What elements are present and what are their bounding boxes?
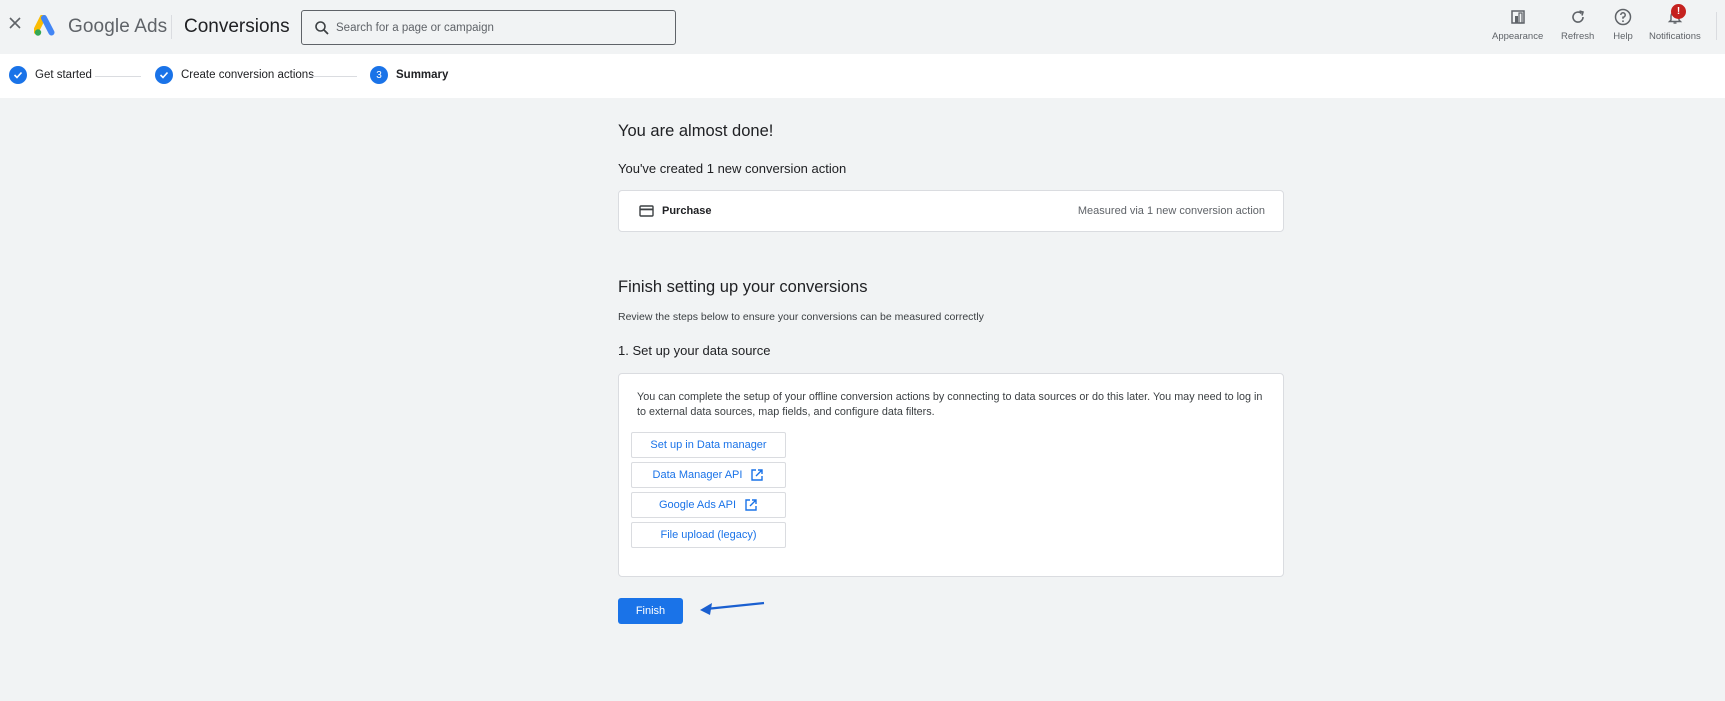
appearance-label: Appearance <box>1492 31 1544 42</box>
external-link-icon <box>751 469 764 481</box>
notification-badge: ! <box>1671 4 1686 19</box>
step1-title: 1. Set up your data source <box>618 343 771 358</box>
setup-subheading: Review the steps below to ensure your co… <box>618 311 984 323</box>
appearance-button[interactable]: Appearance <box>1492 7 1543 42</box>
button-label: Google Ads API <box>658 499 737 511</box>
conversion-action-card[interactable]: Purchase Measured via 1 new conversion a… <box>618 190 1284 232</box>
refresh-button[interactable]: Refresh <box>1561 7 1594 42</box>
summary-heading: You are almost done! <box>618 122 774 140</box>
notifications-button[interactable]: ! Notifications <box>1649 4 1701 42</box>
progress-stepper: Get started Create conversion actions 3 … <box>0 54 1725 98</box>
finish-button[interactable]: Finish <box>618 598 683 624</box>
search-icon <box>315 21 329 35</box>
refresh-icon <box>1568 7 1588 27</box>
page-title: Conversions <box>184 16 290 37</box>
step-label: Create conversion actions <box>181 69 314 81</box>
step-number: 3 <box>376 69 382 81</box>
arrow-annotation-icon <box>700 601 765 615</box>
header-right-divider <box>1716 12 1717 40</box>
search-input[interactable] <box>336 11 666 44</box>
button-label: Data Manager API <box>652 469 743 481</box>
google-ads-api-button[interactable]: Google Ads API <box>631 492 786 518</box>
step-number-badge: 3 <box>370 66 388 84</box>
setup-heading: Finish setting up your conversions <box>618 278 868 296</box>
google-ads-logo <box>34 15 55 36</box>
refresh-label: Refresh <box>1561 31 1595 42</box>
notifications-label: Notifications <box>1649 31 1701 42</box>
step-connector <box>309 76 357 77</box>
check-icon <box>155 66 173 84</box>
check-icon <box>9 66 27 84</box>
step-label: Get started <box>35 69 92 81</box>
data-source-description: You can complete the setup of your offli… <box>637 391 1263 418</box>
button-label: Set up in Data manager <box>650 439 767 451</box>
help-label: Help <box>1613 31 1633 42</box>
help-button[interactable]: Help <box>1613 7 1633 42</box>
search-box[interactable] <box>301 10 676 45</box>
credit-card-icon <box>639 205 654 217</box>
header-divider <box>171 15 172 39</box>
file-upload-button[interactable]: File upload (legacy) <box>631 522 786 548</box>
close-icon[interactable] <box>6 14 24 32</box>
external-link-icon <box>745 499 757 511</box>
conversion-measured: Measured via 1 new conversion action <box>1077 205 1265 217</box>
step-connector <box>95 76 141 77</box>
brand-name: Google Ads <box>68 16 168 37</box>
step-get-started[interactable]: Get started <box>9 66 92 84</box>
data-source-card: You can complete the setup of your offli… <box>618 373 1284 577</box>
top-app-bar: Google Ads Conversions Appearance Refres… <box>0 0 1725 54</box>
appearance-icon <box>1508 7 1528 27</box>
data-manager-button[interactable]: Set up in Data manager <box>631 432 786 458</box>
help-icon <box>1613 7 1633 27</box>
created-text: You've created 1 new conversion action <box>618 161 847 176</box>
conversion-name: Purchase <box>662 205 712 217</box>
button-label: File upload (legacy) <box>660 529 757 541</box>
step-summary[interactable]: 3 Summary <box>370 66 448 84</box>
step-label: Summary <box>396 69 449 81</box>
data-manager-api-button[interactable]: Data Manager API <box>631 462 786 488</box>
step-create-conversion-actions[interactable]: Create conversion actions <box>155 66 314 84</box>
